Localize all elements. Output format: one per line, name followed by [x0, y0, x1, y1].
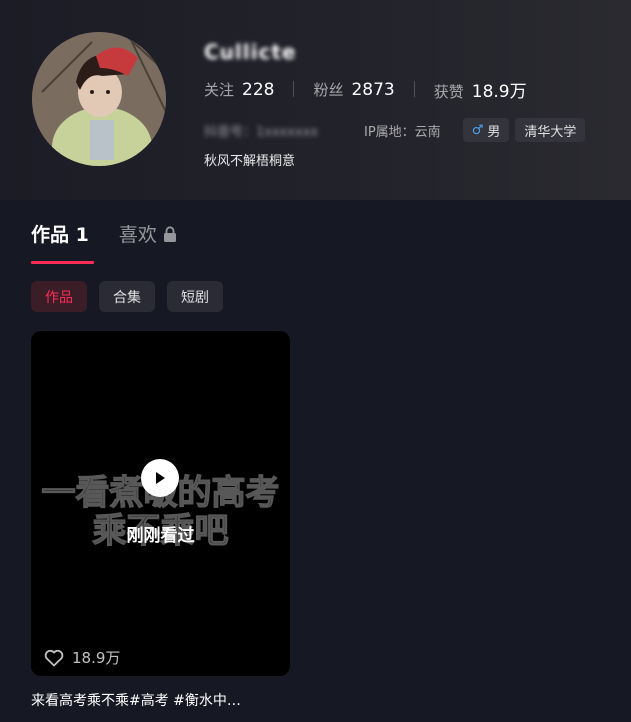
ip-location: IP属地：云南 — [364, 124, 441, 140]
play-button[interactable] — [141, 459, 179, 497]
account-id: 抖音号：1xxxxxxx — [204, 124, 319, 140]
filter-short-dramas[interactable]: 短剧 — [167, 281, 223, 312]
stat-following-label: 关注 — [204, 80, 235, 99]
video-card[interactable]: 一看煮啵的高考 乘不乘吧 刚刚看过 18.9万 — [31, 331, 290, 676]
filter-works[interactable]: 作品 — [31, 281, 87, 312]
video-like-count-value: 18.9万 — [72, 649, 121, 667]
heart-icon — [44, 649, 64, 666]
play-icon — [156, 472, 165, 484]
username: Cullicte — [204, 40, 297, 64]
video-like-count: 18.9万 — [44, 647, 120, 668]
stat-following-value: 228 — [242, 79, 275, 100]
stat-followers[interactable]: 粉丝 2873 — [313, 79, 394, 100]
content-filters: 作品 合集 短剧 — [31, 281, 235, 312]
tab-works[interactable]: 作品 1 — [31, 220, 89, 247]
stat-followers-label: 粉丝 — [313, 80, 344, 99]
filter-collections[interactable]: 合集 — [99, 281, 155, 312]
profile-signature: 秋风不解梧桐意 — [204, 154, 296, 169]
profile-tabs: 作品 1 喜欢 — [31, 220, 177, 247]
tab-likes[interactable]: 喜欢 — [119, 220, 177, 247]
recently-watched-label: 刚刚看过 — [126, 526, 195, 546]
lock-icon — [163, 225, 176, 242]
gender-tag: ♂ 男 — [462, 118, 510, 142]
stat-divider — [293, 81, 295, 97]
stat-likes-label: 获赞 — [433, 82, 464, 101]
avatar[interactable] — [32, 32, 166, 166]
active-tab-indicator — [31, 261, 94, 264]
stat-likes-received: 获赞 18.9万 — [434, 77, 527, 102]
stat-followers-value: 2873 — [351, 79, 395, 100]
school-tag: 清华大学 — [515, 118, 586, 142]
male-icon: ♂ — [471, 122, 484, 138]
profile-meta-row: 抖音号：1xxxxxxx IP属地：云南 ♂ 男 清华大学 — [204, 118, 591, 142]
stat-divider — [413, 81, 415, 97]
avatar-image — [32, 32, 166, 166]
gender-label: 男 — [487, 124, 501, 140]
profile-stats: 关注 228 粉丝 2873 获赞 18.9万 — [204, 77, 527, 102]
stat-following[interactable]: 关注 228 — [204, 79, 274, 100]
tab-likes-label: 喜欢 — [118, 224, 157, 246]
stat-likes-value: 18.9万 — [471, 81, 527, 102]
video-caption[interactable]: 来看高考乘不乘#高考 #衡水中… — [31, 690, 241, 710]
